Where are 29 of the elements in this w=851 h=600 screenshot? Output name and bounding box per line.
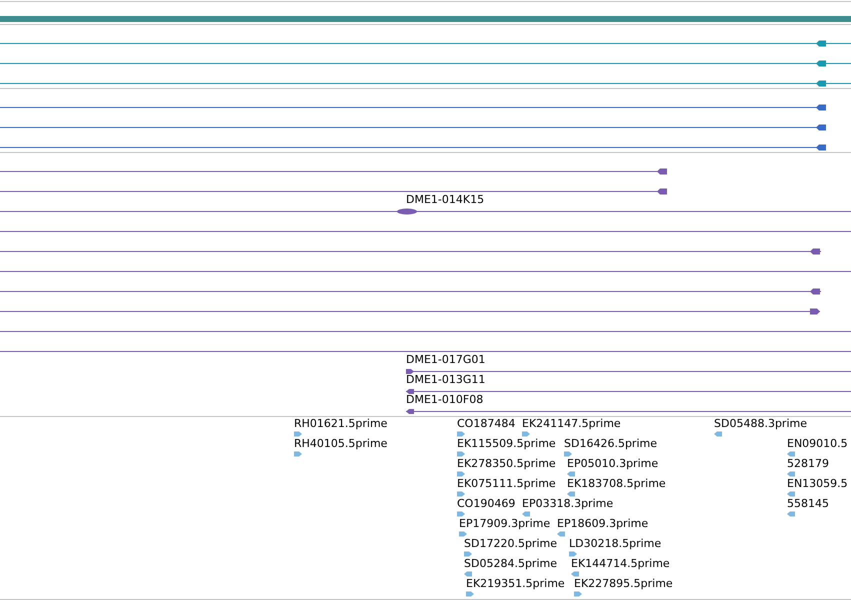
feature-label: EP03318.3prime bbox=[522, 498, 614, 510]
feature-label: EN09010.5 bbox=[787, 438, 848, 450]
feature-label: SD17220.5prime bbox=[464, 538, 557, 550]
feature-label: EK227895.5prime bbox=[574, 578, 673, 590]
feature-label: SD16426.5prime bbox=[564, 438, 657, 450]
feature-label: EP05010.3prime bbox=[567, 458, 658, 470]
feature-label: RH40105.5prime bbox=[294, 438, 388, 450]
feature-label: 558145 bbox=[787, 498, 829, 510]
feature-label: DME1-010F08 bbox=[406, 394, 484, 406]
feature-label: EN13059.5 bbox=[787, 478, 848, 490]
feature-label: EK241147.5prime bbox=[522, 418, 621, 430]
feature-label: EP17909.3prime bbox=[459, 518, 550, 530]
feature-label: EK144714.5prime bbox=[571, 558, 670, 570]
feature-label: LD30218.5prime bbox=[569, 538, 662, 550]
feature-label: EK075111.5prime bbox=[457, 478, 556, 490]
feature-label: CO190469 bbox=[457, 498, 516, 510]
feature-label: CO187484 bbox=[457, 418, 516, 430]
feature-label: DME1-014K15 bbox=[406, 194, 484, 206]
feature-label: DME1-017G01 bbox=[406, 354, 486, 366]
feature-label: EK115509.5prime bbox=[457, 438, 556, 450]
feature-label: EP18609.3prime bbox=[557, 518, 648, 530]
feature-label: EK183708.5prime bbox=[567, 478, 666, 490]
feature-label: DME1-013G11 bbox=[406, 374, 486, 386]
feature-label: SD05488.3prime bbox=[714, 418, 807, 430]
feature-label: EK278350.5prime bbox=[457, 458, 556, 470]
feature-label: RH01621.5prime bbox=[294, 418, 388, 430]
feature-label: EK219351.5prime bbox=[466, 578, 565, 590]
feature-label: 528179 bbox=[787, 458, 829, 470]
feature-label: SD05284.5prime bbox=[464, 558, 557, 570]
